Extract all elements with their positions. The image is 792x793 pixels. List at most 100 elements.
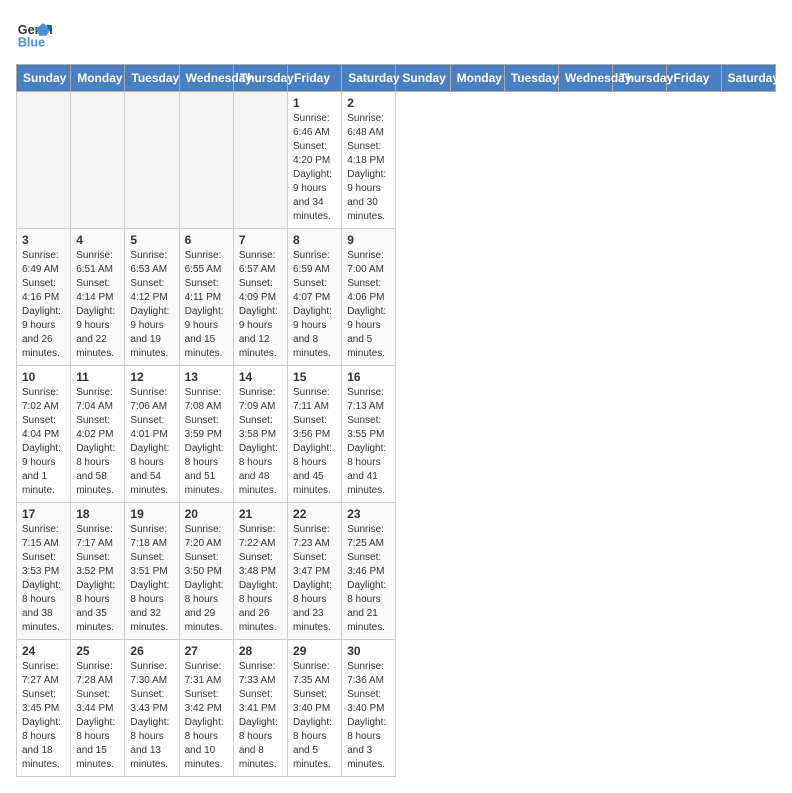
day-info: Sunrise: 7:11 AM Sunset: 3:56 PM Dayligh… — [293, 386, 336, 498]
day-cell: 18 Sunrise: 7:17 AM Sunset: 3:52 PM Dayli… — [71, 503, 125, 640]
col-header-monday: Monday — [71, 65, 125, 92]
day-info: Sunrise: 6:48 AM Sunset: 4:18 PM Dayligh… — [347, 112, 390, 224]
day-cell — [71, 92, 125, 229]
day-info: Sunrise: 6:57 AM Sunset: 4:09 PM Dayligh… — [239, 249, 282, 361]
day-number: 13 — [185, 370, 228, 384]
day-cell — [17, 92, 71, 229]
day-cell: 9 Sunrise: 7:00 AM Sunset: 4:06 PM Daylig… — [342, 229, 396, 366]
day-cell: 26Sunrise: 7:30 AM Sunset: 3:43 PM Dayli… — [125, 640, 179, 777]
col-header-friday: Friday — [667, 65, 721, 92]
col-header-friday: Friday — [288, 65, 342, 92]
day-number: 28 — [239, 644, 282, 658]
day-cell: 27 Sunrise: 7:31 AM Sunset: 3:42 PM Dayli… — [179, 640, 233, 777]
day-number: 17 — [22, 507, 65, 521]
day-info: Sunrise: 7:35 AM Sunset: 3:40 PM Dayligh… — [293, 660, 336, 772]
day-cell: 14 Sunrise: 7:09 AM Sunset: 3:58 PM Dayli… — [233, 366, 287, 503]
day-number: 24 — [22, 644, 65, 658]
day-number: 29 — [293, 644, 336, 658]
col-header-tuesday: Tuesday — [504, 65, 558, 92]
day-number: 11 — [76, 370, 119, 384]
week-row-5: 24 Sunrise: 7:27 AM Sunset: 3:45 PM Dayli… — [17, 640, 776, 777]
col-header-saturday: Saturday — [342, 65, 396, 92]
day-info: Sunrise: 7:15 AM Sunset: 3:53 PM Dayligh… — [22, 523, 65, 635]
day-cell: 5 Sunrise: 6:53 AM Sunset: 4:12 PM Daylig… — [125, 229, 179, 366]
day-cell: 1Sunrise: 6:46 AM Sunset: 4:20 PM Daylig… — [288, 92, 342, 229]
logo-icon: General Blue — [16, 16, 52, 52]
day-cell: 29 Sunrise: 7:35 AM Sunset: 3:40 PM Dayli… — [288, 640, 342, 777]
week-row-3: 10Sunrise: 7:02 AM Sunset: 4:04 PM Dayli… — [17, 366, 776, 503]
header-row: SundayMondayTuesdayWednesdayThursdayFrid… — [17, 65, 776, 92]
col-header-wednesday: Wednesday — [179, 65, 233, 92]
day-info: Sunrise: 7:36 AM Sunset: 3:40 PM Dayligh… — [347, 660, 390, 772]
day-info: Sunrise: 7:08 AM Sunset: 3:59 PM Dayligh… — [185, 386, 228, 498]
day-cell: 22 Sunrise: 7:23 AM Sunset: 3:47 PM Dayli… — [288, 503, 342, 640]
day-cell: 13 Sunrise: 7:08 AM Sunset: 3:59 PM Dayli… — [179, 366, 233, 503]
col-header-monday: Monday — [450, 65, 504, 92]
day-cell: 2Sunrise: 6:48 AM Sunset: 4:18 PM Daylig… — [342, 92, 396, 229]
day-cell: 30 Sunrise: 7:36 AM Sunset: 3:40 PM Dayli… — [342, 640, 396, 777]
day-number: 3 — [22, 233, 65, 247]
day-cell: 3Sunrise: 6:49 AM Sunset: 4:16 PM Daylig… — [17, 229, 71, 366]
col-header-thursday: Thursday — [613, 65, 667, 92]
day-info: Sunrise: 6:53 AM Sunset: 4:12 PM Dayligh… — [130, 249, 173, 361]
day-info: Sunrise: 7:28 AM Sunset: 3:44 PM Dayligh… — [76, 660, 119, 772]
day-cell: 11 Sunrise: 7:04 AM Sunset: 4:02 PM Dayli… — [71, 366, 125, 503]
day-number: 18 — [76, 507, 119, 521]
day-info: Sunrise: 7:09 AM Sunset: 3:58 PM Dayligh… — [239, 386, 282, 498]
day-number: 30 — [347, 644, 390, 658]
week-row-1: 1Sunrise: 6:46 AM Sunset: 4:20 PM Daylig… — [17, 92, 776, 229]
day-cell: 28 Sunrise: 7:33 AM Sunset: 3:41 PM Dayli… — [233, 640, 287, 777]
day-cell: 4 Sunrise: 6:51 AM Sunset: 4:14 PM Daylig… — [71, 229, 125, 366]
day-number: 22 — [293, 507, 336, 521]
day-info: Sunrise: 6:55 AM Sunset: 4:11 PM Dayligh… — [185, 249, 228, 361]
day-info: Sunrise: 7:20 AM Sunset: 3:50 PM Dayligh… — [185, 523, 228, 635]
col-header-sunday: Sunday — [396, 65, 450, 92]
col-header-wednesday: Wednesday — [559, 65, 613, 92]
day-info: Sunrise: 7:25 AM Sunset: 3:46 PM Dayligh… — [347, 523, 390, 635]
week-row-4: 17 Sunrise: 7:15 AM Sunset: 3:53 PM Dayli… — [17, 503, 776, 640]
day-info: Sunrise: 6:46 AM Sunset: 4:20 PM Dayligh… — [293, 112, 336, 224]
day-info: Sunrise: 7:18 AM Sunset: 3:51 PM Dayligh… — [130, 523, 173, 635]
day-info: Sunrise: 7:17 AM Sunset: 3:52 PM Dayligh… — [76, 523, 119, 635]
day-cell — [125, 92, 179, 229]
day-cell: 8 Sunrise: 6:59 AM Sunset: 4:07 PM Daylig… — [288, 229, 342, 366]
day-cell: 16Sunrise: 7:13 AM Sunset: 3:55 PM Dayli… — [342, 366, 396, 503]
day-number: 27 — [185, 644, 228, 658]
logo: General Blue — [16, 16, 52, 52]
day-info: Sunrise: 7:06 AM Sunset: 4:01 PM Dayligh… — [130, 386, 173, 498]
day-number: 20 — [185, 507, 228, 521]
day-number: 16 — [347, 370, 390, 384]
header: General Blue — [16, 16, 776, 52]
day-info: Sunrise: 7:23 AM Sunset: 3:47 PM Dayligh… — [293, 523, 336, 635]
day-number: 8 — [293, 233, 336, 247]
day-info: Sunrise: 7:04 AM Sunset: 4:02 PM Dayligh… — [76, 386, 119, 498]
day-number: 14 — [239, 370, 282, 384]
day-info: Sunrise: 6:51 AM Sunset: 4:14 PM Dayligh… — [76, 249, 119, 361]
day-info: Sunrise: 7:00 AM Sunset: 4:06 PM Dayligh… — [347, 249, 390, 361]
day-info: Sunrise: 6:59 AM Sunset: 4:07 PM Dayligh… — [293, 249, 336, 361]
day-number: 4 — [76, 233, 119, 247]
day-info: Sunrise: 7:30 AM Sunset: 3:43 PM Dayligh… — [130, 660, 173, 772]
day-info: Sunrise: 7:33 AM Sunset: 3:41 PM Dayligh… — [239, 660, 282, 772]
day-cell: 6Sunrise: 6:55 AM Sunset: 4:11 PM Daylig… — [179, 229, 233, 366]
day-cell: 23Sunrise: 7:25 AM Sunset: 3:46 PM Dayli… — [342, 503, 396, 640]
day-cell: 7 Sunrise: 6:57 AM Sunset: 4:09 PM Daylig… — [233, 229, 287, 366]
col-header-sunday: Sunday — [17, 65, 71, 92]
day-cell: 10Sunrise: 7:02 AM Sunset: 4:04 PM Dayli… — [17, 366, 71, 503]
day-info: Sunrise: 7:02 AM Sunset: 4:04 PM Dayligh… — [22, 386, 65, 498]
day-number: 7 — [239, 233, 282, 247]
day-cell: 12 Sunrise: 7:06 AM Sunset: 4:01 PM Dayli… — [125, 366, 179, 503]
day-cell: 21Sunrise: 7:22 AM Sunset: 3:48 PM Dayli… — [233, 503, 287, 640]
day-info: Sunrise: 7:27 AM Sunset: 3:45 PM Dayligh… — [22, 660, 65, 772]
week-row-2: 3Sunrise: 6:49 AM Sunset: 4:16 PM Daylig… — [17, 229, 776, 366]
day-number: 9 — [347, 233, 390, 247]
day-number: 19 — [130, 507, 173, 521]
day-number: 15 — [293, 370, 336, 384]
day-number: 25 — [76, 644, 119, 658]
day-cell — [179, 92, 233, 229]
svg-text:Blue: Blue — [18, 36, 45, 50]
day-number: 12 — [130, 370, 173, 384]
day-info: Sunrise: 7:31 AM Sunset: 3:42 PM Dayligh… — [185, 660, 228, 772]
day-cell: 15 Sunrise: 7:11 AM Sunset: 3:56 PM Dayli… — [288, 366, 342, 503]
day-number: 5 — [130, 233, 173, 247]
